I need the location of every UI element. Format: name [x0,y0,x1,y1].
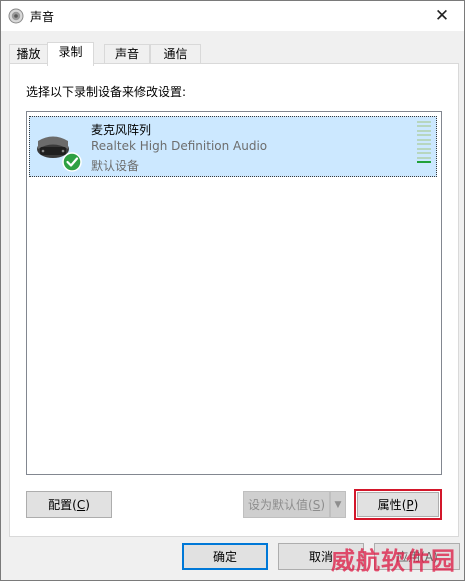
cancel-label: 取消 [308,550,333,564]
level-segment [417,129,431,132]
tab-communications[interactable]: 通信 [150,44,201,64]
device-driver: Realtek High Definition Audio [91,139,268,153]
ok-label: 确定 [212,550,237,564]
tab-recording[interactable]: 录制 [47,42,94,66]
recording-panel: 选择以下录制设备来修改设置: 麦克风阵列 Realtek High Defini… [9,63,459,537]
set-default-button[interactable]: 设为默认值(S) [243,491,330,518]
instruction-text: 选择以下录制设备来修改设置: [26,85,187,99]
device-status: 默认设备 [91,159,140,173]
microphone-array-icon [37,136,82,172]
level-segment [417,134,431,137]
level-segment [417,121,431,123]
close-icon: ✕ [434,6,450,26]
close-button[interactable]: ✕ [420,1,464,31]
speaker-icon [8,8,24,24]
set-default-dropdown[interactable]: ▼ [330,491,346,518]
device-item-microphone-array[interactable]: 麦克风阵列 Realtek High Definition Audio 默认设备 [29,116,437,177]
watermark-logo: 威航软件园 [331,547,456,575]
level-segment [417,156,431,159]
ok-button[interactable]: 确定 [182,543,268,570]
sound-dialog: 声音 ✕ 播放 录制 声音 通信 选择以下录制设备来修改设置: 麦克风阵列 Re… [0,0,465,581]
input-level-meter [417,121,431,163]
properties-button[interactable]: 属性(P) [354,489,442,520]
level-segment [417,147,431,150]
level-segment [417,138,431,141]
properties-label: 属性 [377,498,402,512]
level-segment [417,152,431,155]
level-segment [417,160,431,163]
configure-label: 配置 [48,498,73,512]
set-default-label: 设为默认值 [247,498,308,512]
recording-device-list[interactable]: 麦克风阵列 Realtek High Definition Audio 默认设备 [26,111,442,475]
level-segment [417,143,431,146]
default-check-icon [62,152,82,172]
tab-sounds[interactable]: 声音 [104,44,150,64]
window-title: 声音 [30,10,55,24]
tab-playback[interactable]: 播放 [9,44,48,64]
configure-button[interactable]: 配置(C) [26,491,112,518]
device-name: 麦克风阵列 [91,123,152,137]
title-bar[interactable]: 声音 ✕ [1,1,464,31]
chevron-down-icon: ▼ [334,499,342,510]
level-segment [417,125,431,128]
